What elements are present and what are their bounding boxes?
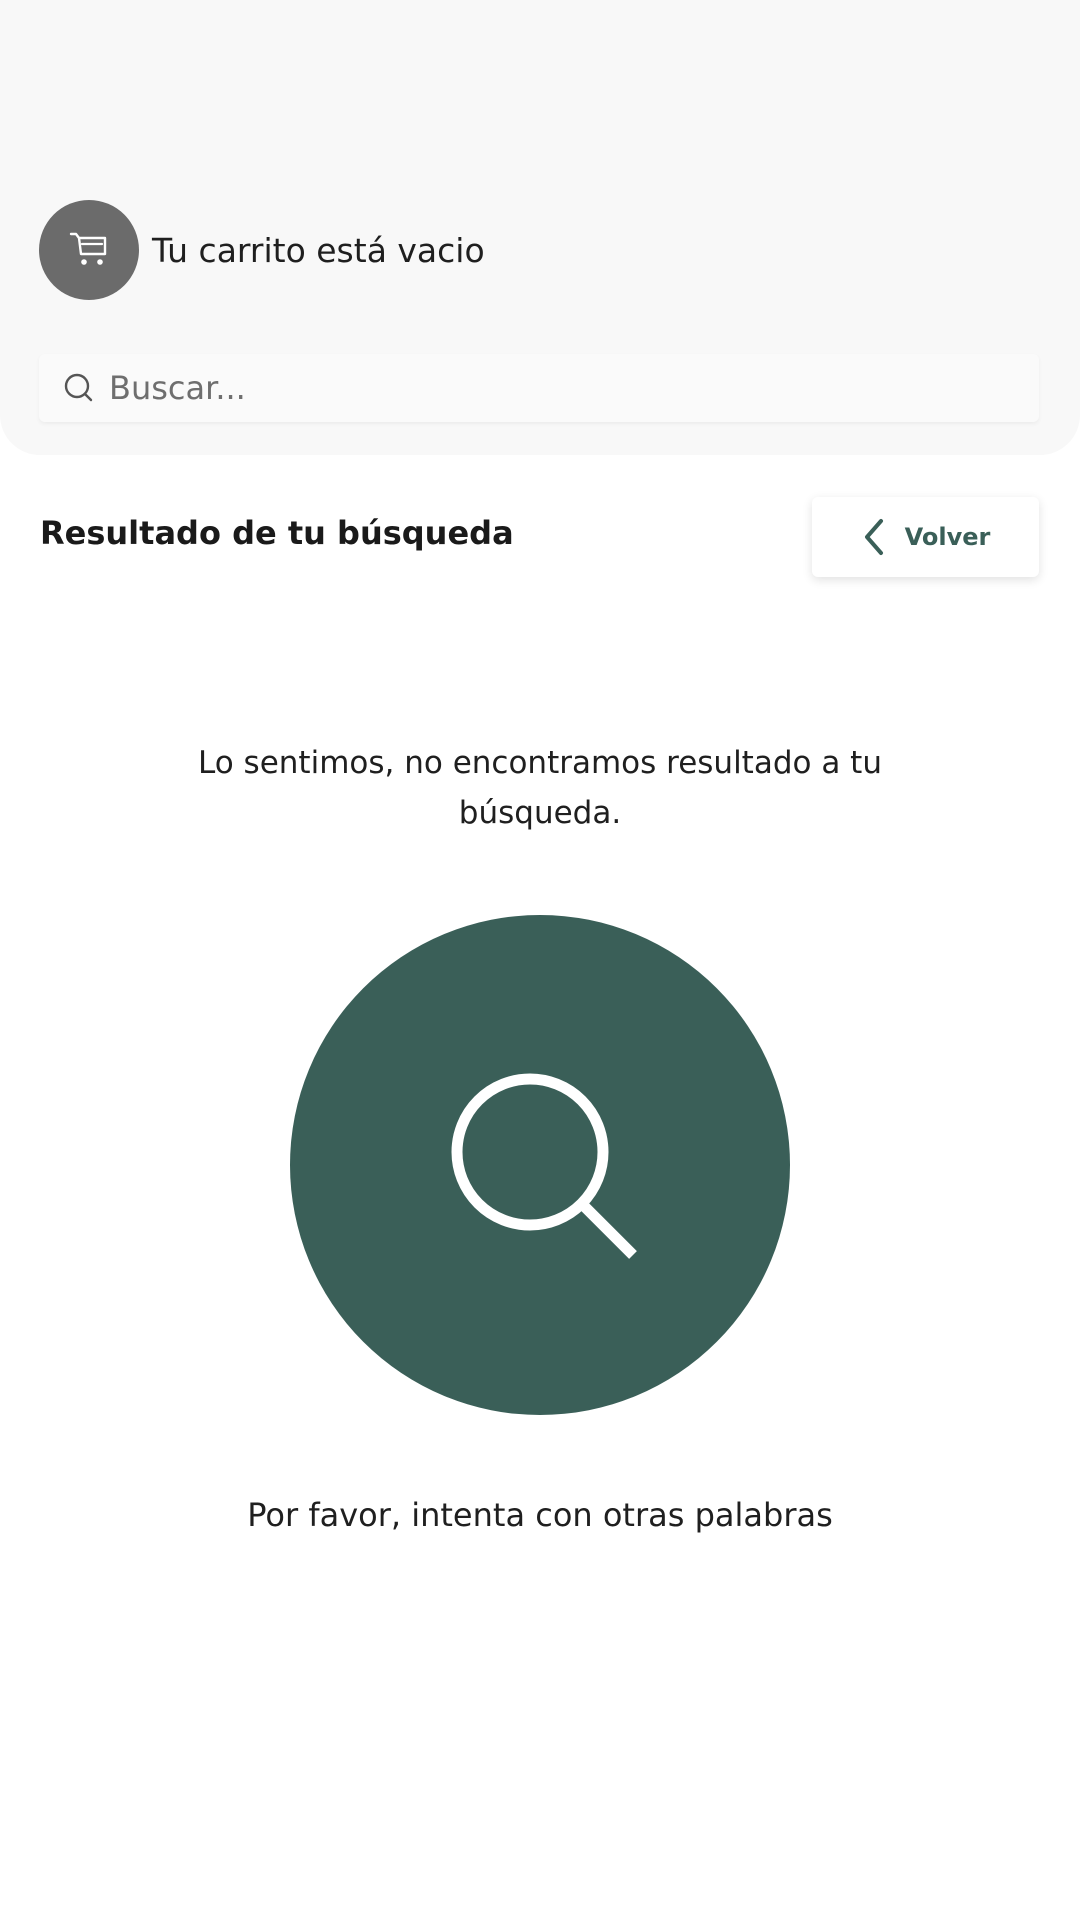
cart-avatar[interactable] xyxy=(39,200,139,300)
empty-state-hint: Por favor, intenta con otras palabras xyxy=(247,1496,833,1534)
search-icon xyxy=(64,373,93,402)
search-bar[interactable] xyxy=(39,354,1039,422)
empty-state-illustration xyxy=(290,915,790,1415)
back-button-label: Volver xyxy=(904,523,991,551)
results-title: Resultado de tu búsqueda xyxy=(40,514,514,552)
cart-icon xyxy=(69,232,107,265)
magnifier-icon xyxy=(451,1073,637,1259)
chevron-left-icon xyxy=(864,519,883,555)
back-button[interactable]: Volver xyxy=(812,497,1039,577)
empty-state-message: Lo sentimos, no encontramos resultado a … xyxy=(198,745,882,831)
header-panel: Tu carrito está vacio xyxy=(0,0,1080,455)
search-input[interactable] xyxy=(107,368,1011,408)
cart-status-text: Tu carrito está vacio xyxy=(152,230,485,270)
cart-status: Tu carrito está vacio xyxy=(39,200,485,300)
page: Tu carrito está vacio Resultado de tu bú… xyxy=(0,0,1080,1920)
